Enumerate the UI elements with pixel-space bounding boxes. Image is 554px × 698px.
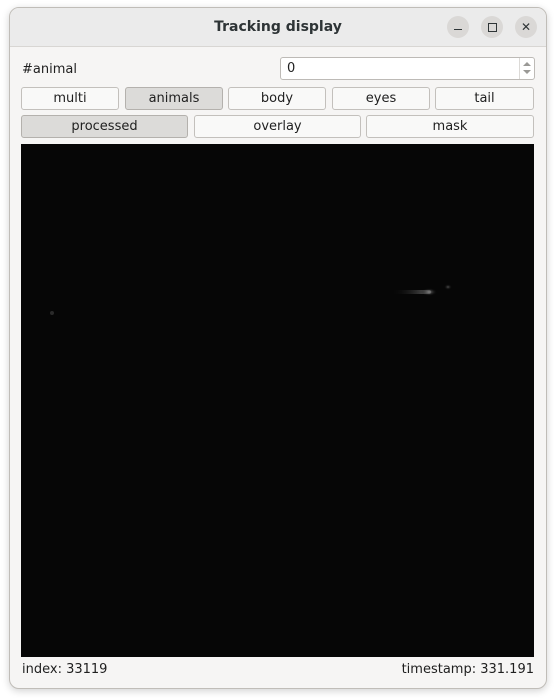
minimize-button[interactable] <box>447 16 469 38</box>
decrement-arrow-icon[interactable] <box>523 70 531 74</box>
tail-button[interactable]: tail <box>435 87 534 110</box>
spinbox-arrows <box>519 58 534 79</box>
close-icon: ✕ <box>520 20 532 34</box>
increment-arrow-icon[interactable] <box>523 62 531 66</box>
maximize-icon <box>487 22 497 32</box>
animal-spinbox[interactable]: 0 <box>280 57 535 80</box>
index-label: index: <box>22 662 62 677</box>
animals-button[interactable]: animals <box>125 87 223 110</box>
animal-spinbox-value[interactable]: 0 <box>287 58 295 79</box>
multi-button[interactable]: multi <box>21 87 119 110</box>
index-value: 33119 <box>66 662 108 677</box>
timestamp-value: 331.191 <box>480 662 534 677</box>
minimize-icon <box>454 28 462 31</box>
camera-image-view[interactable] <box>21 144 534 657</box>
noise-speck <box>50 311 54 315</box>
body-button[interactable]: body <box>228 87 326 110</box>
maximize-button[interactable] <box>481 16 503 38</box>
animal-label: #animal <box>22 62 77 77</box>
timestamp-status: timestamp: 331.191 <box>402 661 534 679</box>
mask-button[interactable]: mask <box>366 115 534 138</box>
timestamp-label: timestamp: <box>401 662 477 677</box>
tracking-display-window: Tracking display ✕ #animal 0 multi anima… <box>9 7 547 689</box>
overlay-button[interactable]: overlay <box>194 115 361 138</box>
close-button[interactable]: ✕ <box>515 16 537 38</box>
title-bar[interactable]: Tracking display ✕ <box>10 8 546 47</box>
camera-frame <box>21 144 534 657</box>
processed-button[interactable]: processed <box>21 115 188 138</box>
eyes-button[interactable]: eyes <box>332 87 430 110</box>
index-status: index: 33119 <box>22 661 107 679</box>
